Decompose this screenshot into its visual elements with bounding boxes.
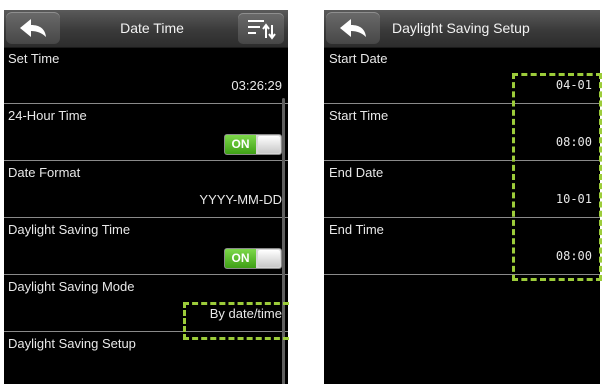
- 24-hour-toggle[interactable]: ON: [224, 134, 282, 155]
- toggle-knob: [258, 136, 280, 153]
- 24-hour-time-row[interactable]: 24-Hour Time ON: [4, 105, 288, 161]
- row-label: Daylight Saving Mode: [8, 279, 135, 294]
- title-bar: Date Time: [4, 10, 288, 48]
- date-format-value: YYYY-MM-DD: [199, 192, 282, 207]
- page-title: Daylight Saving Setup: [392, 20, 530, 36]
- menu-button[interactable]: [238, 13, 284, 44]
- title-bar: Daylight Saving Setup: [324, 10, 600, 48]
- scrollbar[interactable]: [282, 98, 285, 384]
- back-button[interactable]: [326, 12, 380, 44]
- row-label: Start Time: [329, 108, 389, 123]
- toggle-knob: [258, 250, 280, 267]
- set-time-row[interactable]: Set Time 03:26:29: [4, 48, 288, 104]
- time-value: 03:26:29: [231, 78, 282, 93]
- back-arrow-icon: [340, 19, 366, 37]
- daylight-saving-time-row[interactable]: Daylight Saving Time ON: [4, 219, 288, 275]
- row-label: End Date: [329, 165, 384, 180]
- values-highlight-box: [512, 73, 602, 281]
- row-label: Daylight Saving Setup: [8, 336, 136, 351]
- daylight-saving-toggle[interactable]: ON: [224, 248, 282, 269]
- toggle-on-label: ON: [225, 249, 256, 268]
- back-button[interactable]: [6, 12, 60, 44]
- daylight-saving-setup-row[interactable]: Daylight Saving Setup: [4, 333, 288, 384]
- back-arrow-icon: [20, 19, 46, 37]
- sort-menu-icon: [248, 20, 276, 40]
- row-label: Start Date: [329, 51, 388, 66]
- row-label: Date Format: [8, 165, 81, 180]
- mode-highlight-box: [183, 302, 289, 340]
- row-label: Set Time: [8, 51, 60, 66]
- row-label: 24-Hour Time: [8, 108, 87, 123]
- toggle-on-label: ON: [225, 135, 256, 154]
- date-format-row[interactable]: Date Format YYYY-MM-DD: [4, 162, 288, 218]
- page-title: Date Time: [120, 20, 184, 36]
- row-label: End Time: [329, 222, 384, 237]
- row-label: Daylight Saving Time: [8, 222, 131, 237]
